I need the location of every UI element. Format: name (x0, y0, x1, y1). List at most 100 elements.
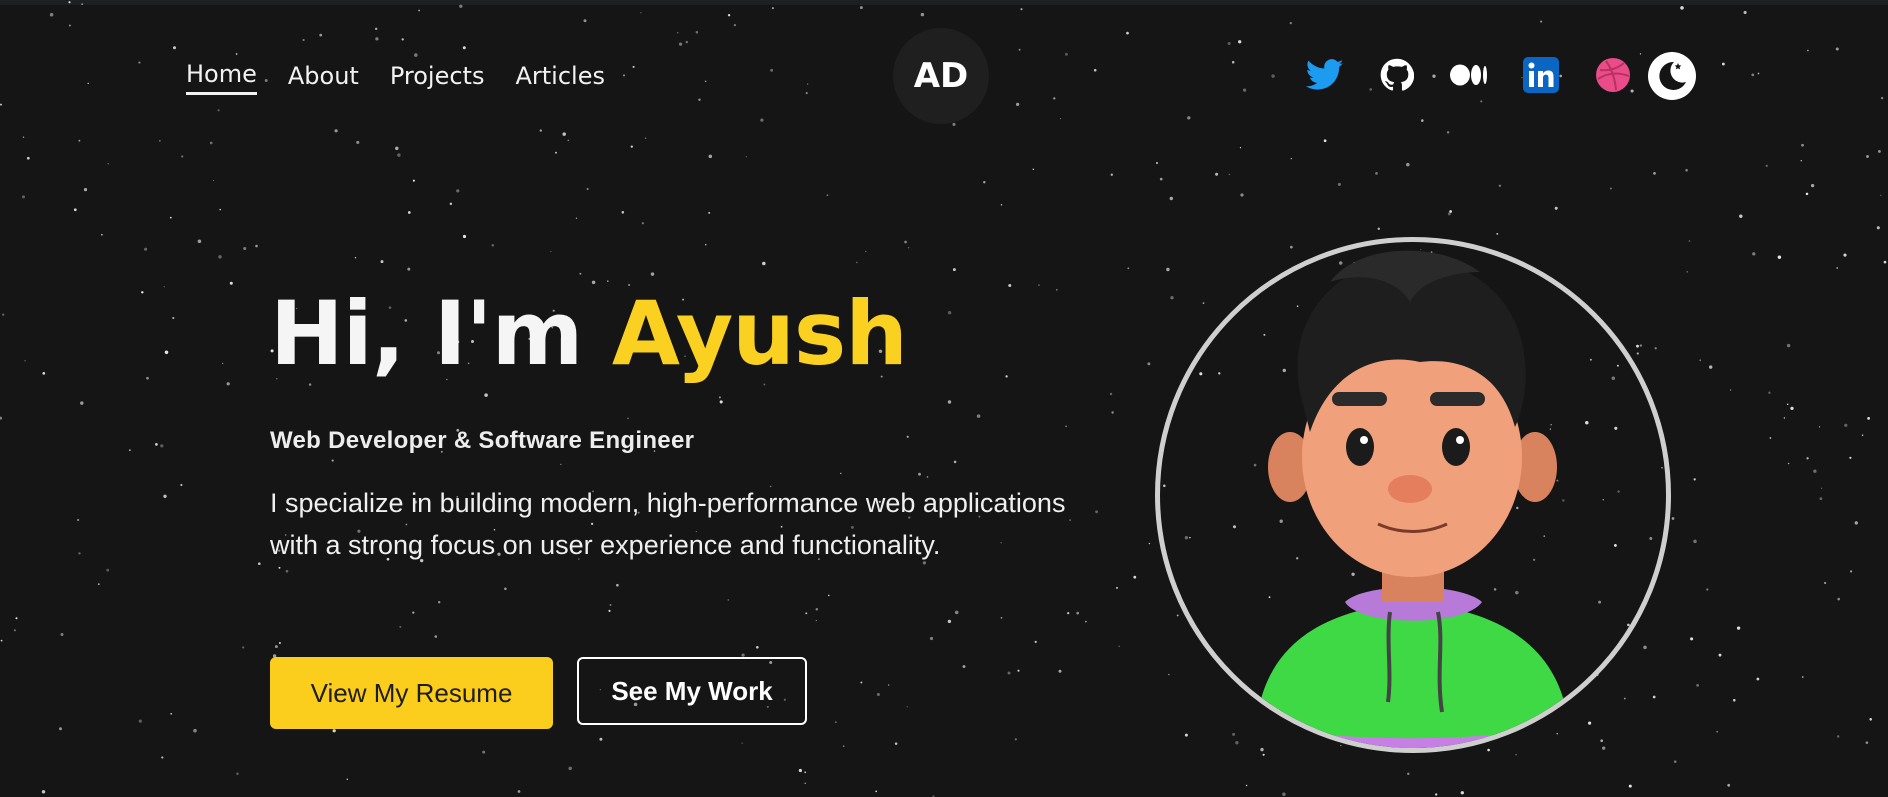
nav-link-about[interactable]: About (288, 62, 359, 94)
star (1235, 741, 1239, 745)
star (1807, 49, 1809, 52)
star (1867, 417, 1870, 420)
hero-greeting: Hi, I'm (270, 282, 583, 385)
github-icon[interactable] (1377, 55, 1417, 95)
avatar-illustration (1255, 250, 1570, 748)
star (375, 37, 379, 41)
star (2, 313, 5, 316)
star (760, 118, 764, 122)
star (568, 766, 572, 771)
star (1786, 343, 1791, 348)
star (1783, 417, 1786, 419)
star (719, 400, 723, 404)
star (484, 393, 488, 397)
nav-link-home[interactable]: Home (186, 60, 257, 95)
star (920, 12, 925, 17)
star (859, 6, 863, 10)
star (1184, 733, 1188, 737)
star (1806, 457, 1809, 460)
star (608, 609, 611, 613)
star (1290, 157, 1292, 160)
star (1000, 204, 1003, 206)
star (567, 139, 570, 142)
star (1786, 403, 1789, 405)
star (83, 188, 88, 192)
star (60, 632, 64, 637)
star (1652, 695, 1656, 699)
star (616, 583, 619, 587)
star (962, 665, 966, 668)
star (407, 211, 411, 214)
star (1109, 392, 1113, 396)
star (1739, 214, 1743, 218)
star (1064, 52, 1068, 56)
star (579, 272, 582, 275)
star (1588, 721, 1592, 725)
star (1460, 791, 1464, 795)
star (1239, 147, 1242, 149)
star (1690, 637, 1694, 641)
star (1757, 72, 1760, 75)
star (164, 350, 169, 355)
star (1733, 698, 1736, 702)
star (1085, 620, 1087, 623)
star (1032, 168, 1035, 171)
star (835, 721, 837, 723)
linkedin-icon[interactable] (1521, 55, 1561, 95)
star (1688, 240, 1691, 242)
twitter-icon[interactable] (1305, 55, 1345, 95)
star (1743, 10, 1747, 15)
star (1020, 8, 1023, 11)
star (1421, 119, 1424, 122)
star (1686, 271, 1688, 273)
star (762, 261, 766, 266)
hero-title: Hi, I'm Ayush (270, 290, 908, 378)
star (641, 222, 645, 225)
nav-link-projects[interactable]: Projects (390, 62, 485, 94)
star (1865, 741, 1869, 744)
star (609, 603, 612, 606)
star (128, 449, 131, 452)
dribbble-icon[interactable] (1593, 55, 1633, 95)
star (0, 639, 3, 642)
star (650, 272, 655, 276)
star (860, 681, 863, 684)
star (1231, 60, 1235, 64)
star (1756, 677, 1760, 681)
star (1018, 48, 1021, 51)
star (1643, 645, 1647, 650)
star (1636, 352, 1639, 355)
star (1159, 177, 1163, 181)
star (1787, 462, 1790, 465)
star (24, 360, 26, 362)
star (59, 727, 62, 731)
star (380, 260, 384, 264)
star (1282, 792, 1286, 797)
star (374, 27, 378, 31)
star (1076, 611, 1080, 615)
star (399, 625, 402, 628)
star (953, 460, 957, 464)
logo[interactable]: AD (893, 28, 989, 124)
medium-icon[interactable] (1449, 55, 1489, 95)
star (745, 156, 747, 158)
star (1166, 267, 1170, 272)
star (1554, 206, 1558, 210)
view-resume-button[interactable]: View My Resume (270, 657, 553, 729)
star (1671, 517, 1675, 520)
star (1240, 193, 1244, 197)
star (49, 12, 54, 17)
star (412, 611, 415, 614)
nav-link-articles[interactable]: Articles (515, 62, 605, 94)
star (41, 790, 46, 794)
star (1727, 783, 1731, 787)
see-my-work-button[interactable]: See My Work (577, 657, 807, 725)
star (1148, 542, 1151, 545)
star (144, 247, 148, 251)
star (229, 281, 233, 285)
star (456, 189, 460, 193)
theme-toggle-button[interactable] (1648, 52, 1696, 100)
star (1805, 192, 1809, 196)
star (197, 239, 202, 244)
star (1835, 47, 1839, 51)
